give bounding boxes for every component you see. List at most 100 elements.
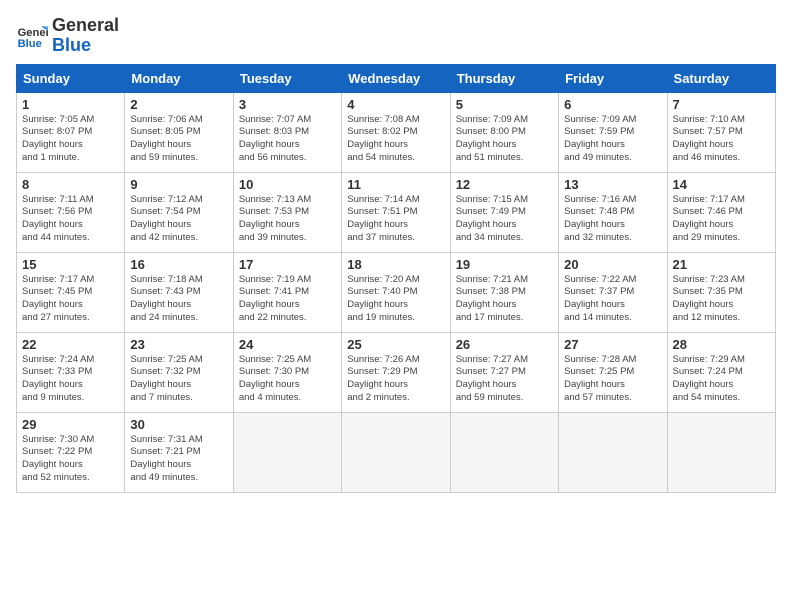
day-info: Sunrise: 7:10 AM Sunset: 7:57 PM Dayligh… [673, 114, 770, 165]
calendar-cell: 16 Sunrise: 7:18 AM Sunset: 7:43 PM Dayl… [125, 252, 233, 332]
calendar-cell: 5 Sunrise: 7:09 AM Sunset: 8:00 PM Dayli… [450, 92, 558, 172]
day-info: Sunrise: 7:07 AM Sunset: 8:03 PM Dayligh… [239, 114, 336, 165]
day-number: 19 [456, 257, 553, 272]
calendar-cell: 25 Sunrise: 7:26 AM Sunset: 7:29 PM Dayl… [342, 332, 450, 412]
calendar-cell: 29 Sunrise: 7:30 AM Sunset: 7:22 PM Dayl… [17, 412, 125, 492]
day-number: 10 [239, 177, 336, 192]
calendar-cell [559, 412, 667, 492]
calendar-cell: 27 Sunrise: 7:28 AM Sunset: 7:25 PM Dayl… [559, 332, 667, 412]
col-sunday: Sunday [17, 64, 125, 92]
day-number: 4 [347, 97, 444, 112]
svg-text:Blue: Blue [18, 38, 42, 50]
calendar-cell [342, 412, 450, 492]
day-number: 22 [22, 337, 119, 352]
page-header: General Blue General Blue [16, 16, 776, 56]
col-saturday: Saturday [667, 64, 775, 92]
day-info: Sunrise: 7:22 AM Sunset: 7:37 PM Dayligh… [564, 274, 661, 325]
col-thursday: Thursday [450, 64, 558, 92]
day-number: 16 [130, 257, 227, 272]
calendar-cell: 2 Sunrise: 7:06 AM Sunset: 8:05 PM Dayli… [125, 92, 233, 172]
calendar-body: 1 Sunrise: 7:05 AM Sunset: 8:07 PM Dayli… [17, 92, 776, 492]
day-number: 8 [22, 177, 119, 192]
day-info: Sunrise: 7:09 AM Sunset: 7:59 PM Dayligh… [564, 114, 661, 165]
calendar-cell: 14 Sunrise: 7:17 AM Sunset: 7:46 PM Dayl… [667, 172, 775, 252]
calendar-cell: 21 Sunrise: 7:23 AM Sunset: 7:35 PM Dayl… [667, 252, 775, 332]
calendar-cell: 30 Sunrise: 7:31 AM Sunset: 7:21 PM Dayl… [125, 412, 233, 492]
day-number: 9 [130, 177, 227, 192]
day-number: 18 [347, 257, 444, 272]
col-tuesday: Tuesday [233, 64, 341, 92]
calendar-cell: 26 Sunrise: 7:27 AM Sunset: 7:27 PM Dayl… [450, 332, 558, 412]
day-info: Sunrise: 7:12 AM Sunset: 7:54 PM Dayligh… [130, 194, 227, 245]
day-info: Sunrise: 7:23 AM Sunset: 7:35 PM Dayligh… [673, 274, 770, 325]
calendar-cell: 10 Sunrise: 7:13 AM Sunset: 7:53 PM Dayl… [233, 172, 341, 252]
day-info: Sunrise: 7:19 AM Sunset: 7:41 PM Dayligh… [239, 274, 336, 325]
day-number: 2 [130, 97, 227, 112]
day-number: 24 [239, 337, 336, 352]
logo-icon: General Blue [16, 20, 48, 52]
calendar-cell: 22 Sunrise: 7:24 AM Sunset: 7:33 PM Dayl… [17, 332, 125, 412]
calendar-week-3: 15 Sunrise: 7:17 AM Sunset: 7:45 PM Dayl… [17, 252, 776, 332]
calendar-cell [450, 412, 558, 492]
calendar-cell: 7 Sunrise: 7:10 AM Sunset: 7:57 PM Dayli… [667, 92, 775, 172]
day-info: Sunrise: 7:11 AM Sunset: 7:56 PM Dayligh… [22, 194, 119, 245]
calendar-week-5: 29 Sunrise: 7:30 AM Sunset: 7:22 PM Dayl… [17, 412, 776, 492]
calendar-cell: 1 Sunrise: 7:05 AM Sunset: 8:07 PM Dayli… [17, 92, 125, 172]
calendar-cell [667, 412, 775, 492]
calendar-cell: 23 Sunrise: 7:25 AM Sunset: 7:32 PM Dayl… [125, 332, 233, 412]
day-info: Sunrise: 7:28 AM Sunset: 7:25 PM Dayligh… [564, 354, 661, 405]
calendar-cell: 13 Sunrise: 7:16 AM Sunset: 7:48 PM Dayl… [559, 172, 667, 252]
day-number: 13 [564, 177, 661, 192]
calendar-cell: 17 Sunrise: 7:19 AM Sunset: 7:41 PM Dayl… [233, 252, 341, 332]
calendar-cell: 3 Sunrise: 7:07 AM Sunset: 8:03 PM Dayli… [233, 92, 341, 172]
day-number: 20 [564, 257, 661, 272]
day-info: Sunrise: 7:30 AM Sunset: 7:22 PM Dayligh… [22, 434, 119, 485]
calendar-cell: 15 Sunrise: 7:17 AM Sunset: 7:45 PM Dayl… [17, 252, 125, 332]
day-number: 14 [673, 177, 770, 192]
col-monday: Monday [125, 64, 233, 92]
day-number: 5 [456, 97, 553, 112]
calendar-cell: 8 Sunrise: 7:11 AM Sunset: 7:56 PM Dayli… [17, 172, 125, 252]
day-info: Sunrise: 7:09 AM Sunset: 8:00 PM Dayligh… [456, 114, 553, 165]
col-wednesday: Wednesday [342, 64, 450, 92]
day-number: 25 [347, 337, 444, 352]
day-info: Sunrise: 7:20 AM Sunset: 7:40 PM Dayligh… [347, 274, 444, 325]
day-number: 15 [22, 257, 119, 272]
day-number: 11 [347, 177, 444, 192]
calendar-cell: 24 Sunrise: 7:25 AM Sunset: 7:30 PM Dayl… [233, 332, 341, 412]
day-number: 27 [564, 337, 661, 352]
day-info: Sunrise: 7:27 AM Sunset: 7:27 PM Dayligh… [456, 354, 553, 405]
day-info: Sunrise: 7:17 AM Sunset: 7:45 PM Dayligh… [22, 274, 119, 325]
day-info: Sunrise: 7:17 AM Sunset: 7:46 PM Dayligh… [673, 194, 770, 245]
day-number: 21 [673, 257, 770, 272]
calendar-cell: 19 Sunrise: 7:21 AM Sunset: 7:38 PM Dayl… [450, 252, 558, 332]
calendar-cell: 20 Sunrise: 7:22 AM Sunset: 7:37 PM Dayl… [559, 252, 667, 332]
day-info: Sunrise: 7:26 AM Sunset: 7:29 PM Dayligh… [347, 354, 444, 405]
day-number: 3 [239, 97, 336, 112]
day-number: 12 [456, 177, 553, 192]
day-number: 23 [130, 337, 227, 352]
calendar-cell: 12 Sunrise: 7:15 AM Sunset: 7:49 PM Dayl… [450, 172, 558, 252]
calendar-table: Sunday Monday Tuesday Wednesday Thursday… [16, 64, 776, 493]
logo: General Blue General Blue [16, 16, 119, 56]
day-info: Sunrise: 7:16 AM Sunset: 7:48 PM Dayligh… [564, 194, 661, 245]
calendar-week-1: 1 Sunrise: 7:05 AM Sunset: 8:07 PM Dayli… [17, 92, 776, 172]
day-info: Sunrise: 7:24 AM Sunset: 7:33 PM Dayligh… [22, 354, 119, 405]
day-number: 26 [456, 337, 553, 352]
day-number: 1 [22, 97, 119, 112]
day-info: Sunrise: 7:29 AM Sunset: 7:24 PM Dayligh… [673, 354, 770, 405]
calendar-cell: 18 Sunrise: 7:20 AM Sunset: 7:40 PM Dayl… [342, 252, 450, 332]
svg-text:General: General [18, 27, 48, 39]
header-row: Sunday Monday Tuesday Wednesday Thursday… [17, 64, 776, 92]
day-number: 30 [130, 417, 227, 432]
day-number: 6 [564, 97, 661, 112]
logo-general: General [52, 16, 119, 36]
day-info: Sunrise: 7:18 AM Sunset: 7:43 PM Dayligh… [130, 274, 227, 325]
calendar-cell [233, 412, 341, 492]
day-info: Sunrise: 7:21 AM Sunset: 7:38 PM Dayligh… [456, 274, 553, 325]
day-number: 17 [239, 257, 336, 272]
calendar-cell: 4 Sunrise: 7:08 AM Sunset: 8:02 PM Dayli… [342, 92, 450, 172]
day-info: Sunrise: 7:13 AM Sunset: 7:53 PM Dayligh… [239, 194, 336, 245]
day-info: Sunrise: 7:25 AM Sunset: 7:30 PM Dayligh… [239, 354, 336, 405]
day-number: 7 [673, 97, 770, 112]
